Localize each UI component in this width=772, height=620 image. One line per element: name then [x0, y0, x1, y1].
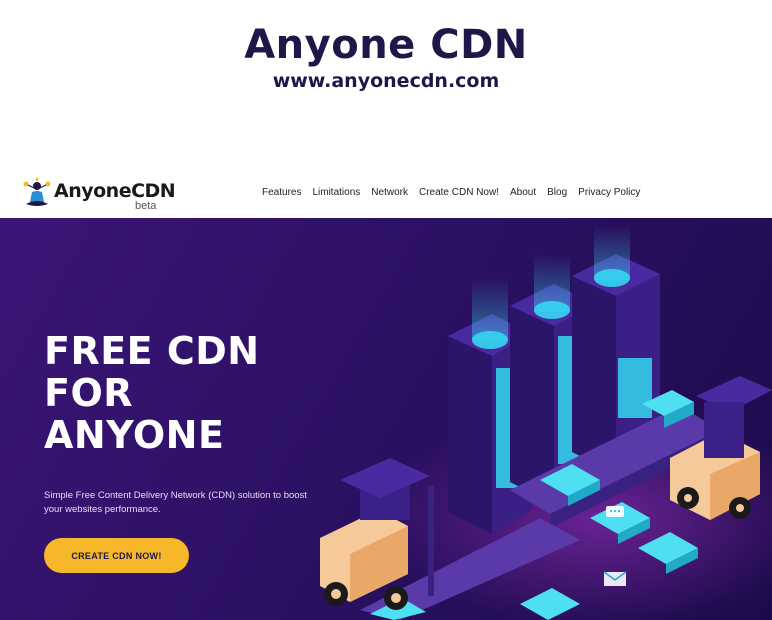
- chat-icon: [606, 506, 624, 517]
- hero-subtitle: Simple Free Content Delivery Network (CD…: [44, 490, 307, 515]
- nav-link-about[interactable]: About: [510, 187, 536, 198]
- logo-beta-badge: beta: [135, 200, 157, 212]
- nav-link-network[interactable]: Network: [371, 187, 408, 198]
- mail-icon: [603, 571, 627, 586]
- headline-line: FREE CDN: [44, 329, 260, 373]
- headline-line: ANYONE: [44, 413, 225, 457]
- datacenter-illustration: [320, 226, 772, 620]
- nav-link-privacy-policy[interactable]: Privacy Policy: [578, 187, 640, 198]
- nav-link-create-cdn[interactable]: Create CDN Now!: [419, 187, 499, 198]
- nav-link-limitations[interactable]: Limitations: [312, 187, 360, 198]
- headline-line: FOR: [44, 371, 134, 415]
- brand-url: www.anyonecdn.com: [272, 70, 500, 92]
- nav-link-features[interactable]: Features: [262, 187, 301, 198]
- navbar: AnyoneCDN beta Features Limitations Netw…: [0, 170, 772, 218]
- logo-text: AnyoneCDN: [54, 180, 176, 202]
- create-cdn-button[interactable]: CREATE CDN NOW!: [44, 538, 189, 573]
- brand-title: Anyone CDN: [244, 22, 528, 68]
- nav-link-blog[interactable]: Blog: [547, 187, 567, 198]
- hero-headline: FREE CDN FOR ANYONE: [44, 330, 260, 456]
- site-logo[interactable]: AnyoneCDN beta: [22, 178, 176, 214]
- main-nav: Features Limitations Network Create CDN …: [262, 187, 640, 198]
- hero-section: FREE CDN FOR ANYONE Simple Free Content …: [0, 218, 772, 620]
- meditating-person-logo-icon: [23, 178, 51, 206]
